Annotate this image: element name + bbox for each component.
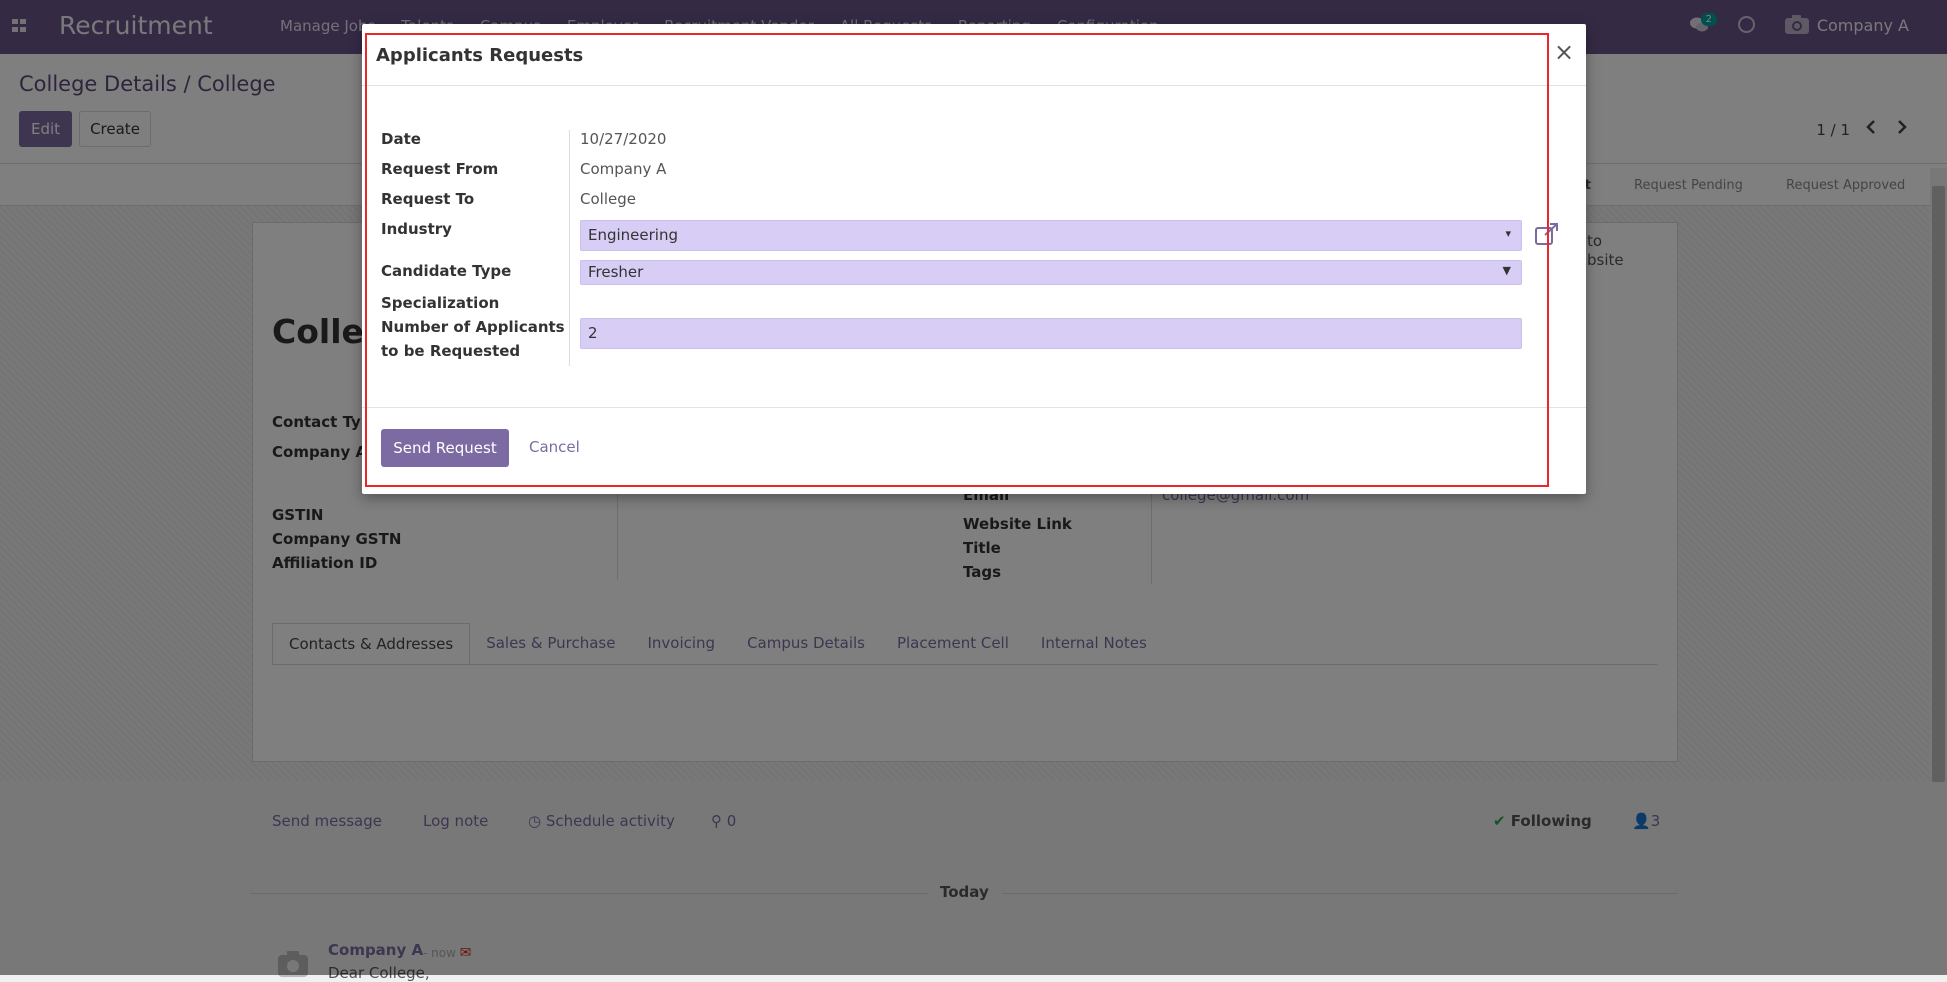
close-icon[interactable]: × [1554, 40, 1574, 64]
industry-select[interactable]: Engineering ▾ [580, 220, 1522, 251]
dropdown-caret-icon: ▾ [1505, 227, 1511, 240]
external-link-icon[interactable] [1534, 222, 1560, 246]
number-of-applicants-input[interactable]: 2 [580, 318, 1522, 349]
request-to-value: College [580, 190, 636, 208]
industry-label: Industry [381, 220, 452, 238]
request-from-value: Company A [580, 160, 667, 178]
number-of-applicants-label-cont: to be Requested [381, 342, 521, 360]
applicants-requests-dialog: Applicants Requests × Date 10/27/2020 Re… [362, 24, 1586, 494]
send-request-button[interactable]: Send Request [381, 429, 509, 467]
dialog-header: Applicants Requests × [362, 24, 1586, 86]
cancel-button[interactable]: Cancel [529, 438, 580, 456]
number-of-applicants-label: Number of Applicants [381, 318, 565, 336]
dialog-footer: Send Request Cancel [362, 407, 1586, 494]
candidate-type-label: Candidate Type [381, 262, 512, 280]
date-label: Date [381, 130, 421, 148]
candidate-type-selected-value: Fresher [588, 263, 644, 281]
request-to-label: Request To [381, 190, 475, 208]
field-divider [569, 130, 570, 366]
request-from-label: Request From [381, 160, 499, 178]
date-value: 10/27/2020 [580, 130, 667, 148]
dropdown-caret-icon: ▼ [1502, 264, 1511, 277]
dialog-title: Applicants Requests [376, 45, 584, 66]
specialization-label: Specialization [381, 294, 500, 312]
industry-selected-value: Engineering [588, 226, 678, 244]
candidate-type-select[interactable]: Fresher ▼ [580, 260, 1522, 285]
